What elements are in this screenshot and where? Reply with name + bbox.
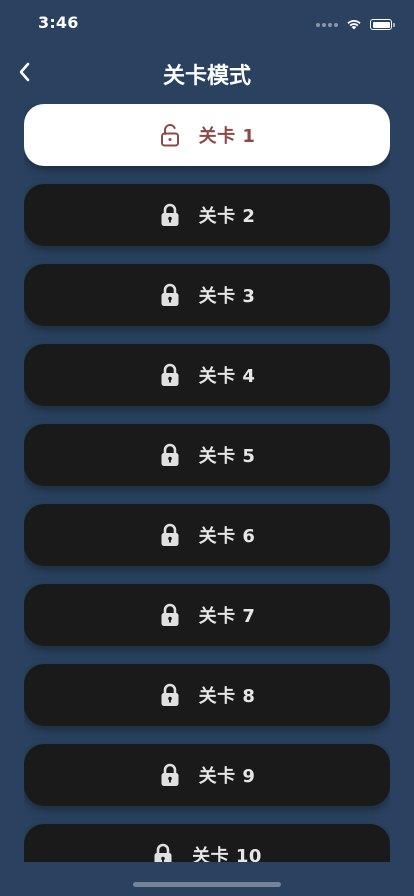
level-label: 关卡 1 <box>198 126 256 147</box>
level-item-9[interactable]: 关卡 9 <box>24 744 390 806</box>
lock-icon <box>159 523 181 547</box>
lock-icon <box>159 363 181 387</box>
level-label: 关卡 2 <box>198 206 256 227</box>
lock-icon <box>159 283 181 307</box>
level-label: 关卡 4 <box>198 366 256 387</box>
home-indicator[interactable] <box>133 882 281 887</box>
level-item-5[interactable]: 关卡 5 <box>24 424 390 486</box>
level-item-6[interactable]: 关卡 6 <box>24 504 390 566</box>
nav-bar: 关卡模式 <box>0 48 414 98</box>
level-item-8[interactable]: 关卡 8 <box>24 664 390 726</box>
lock-icon <box>159 763 181 787</box>
level-label: 关卡 10 <box>192 846 262 862</box>
lock-icon <box>152 843 174 862</box>
level-list[interactable]: 关卡 1 关卡 2 关卡 3 关卡 4 关卡 5 关卡 6 关卡 7 关卡 8 关卡 9 关卡 1… <box>24 104 390 862</box>
level-label: 关卡 3 <box>198 286 256 307</box>
status-icons <box>316 15 395 34</box>
level-item-10[interactable]: 关卡 10 <box>24 824 390 862</box>
unlocked-padlock-icon <box>159 123 181 147</box>
lock-icon <box>159 203 181 227</box>
level-label: 关卡 6 <box>198 526 256 547</box>
lock-icon <box>159 603 181 627</box>
status-bar: 3:46 <box>0 0 414 44</box>
battery-icon <box>370 19 395 30</box>
bottom-area <box>0 862 414 896</box>
level-label: 关卡 7 <box>198 606 256 627</box>
lock-icon <box>159 443 181 467</box>
level-item-3[interactable]: 关卡 3 <box>24 264 390 326</box>
level-label: 关卡 5 <box>198 446 256 467</box>
cellular-signal-icon <box>316 22 338 27</box>
lock-icon <box>159 683 181 707</box>
level-item-2[interactable]: 关卡 2 <box>24 184 390 246</box>
level-item-4[interactable]: 关卡 4 <box>24 344 390 406</box>
level-item-7[interactable]: 关卡 7 <box>24 584 390 646</box>
level-label: 关卡 8 <box>198 686 256 707</box>
page-title: 关卡模式 <box>162 64 251 89</box>
status-time: 3:46 <box>38 13 79 32</box>
wifi-icon <box>346 15 362 34</box>
level-item-1[interactable]: 关卡 1 <box>24 104 390 166</box>
level-label: 关卡 9 <box>198 766 256 787</box>
